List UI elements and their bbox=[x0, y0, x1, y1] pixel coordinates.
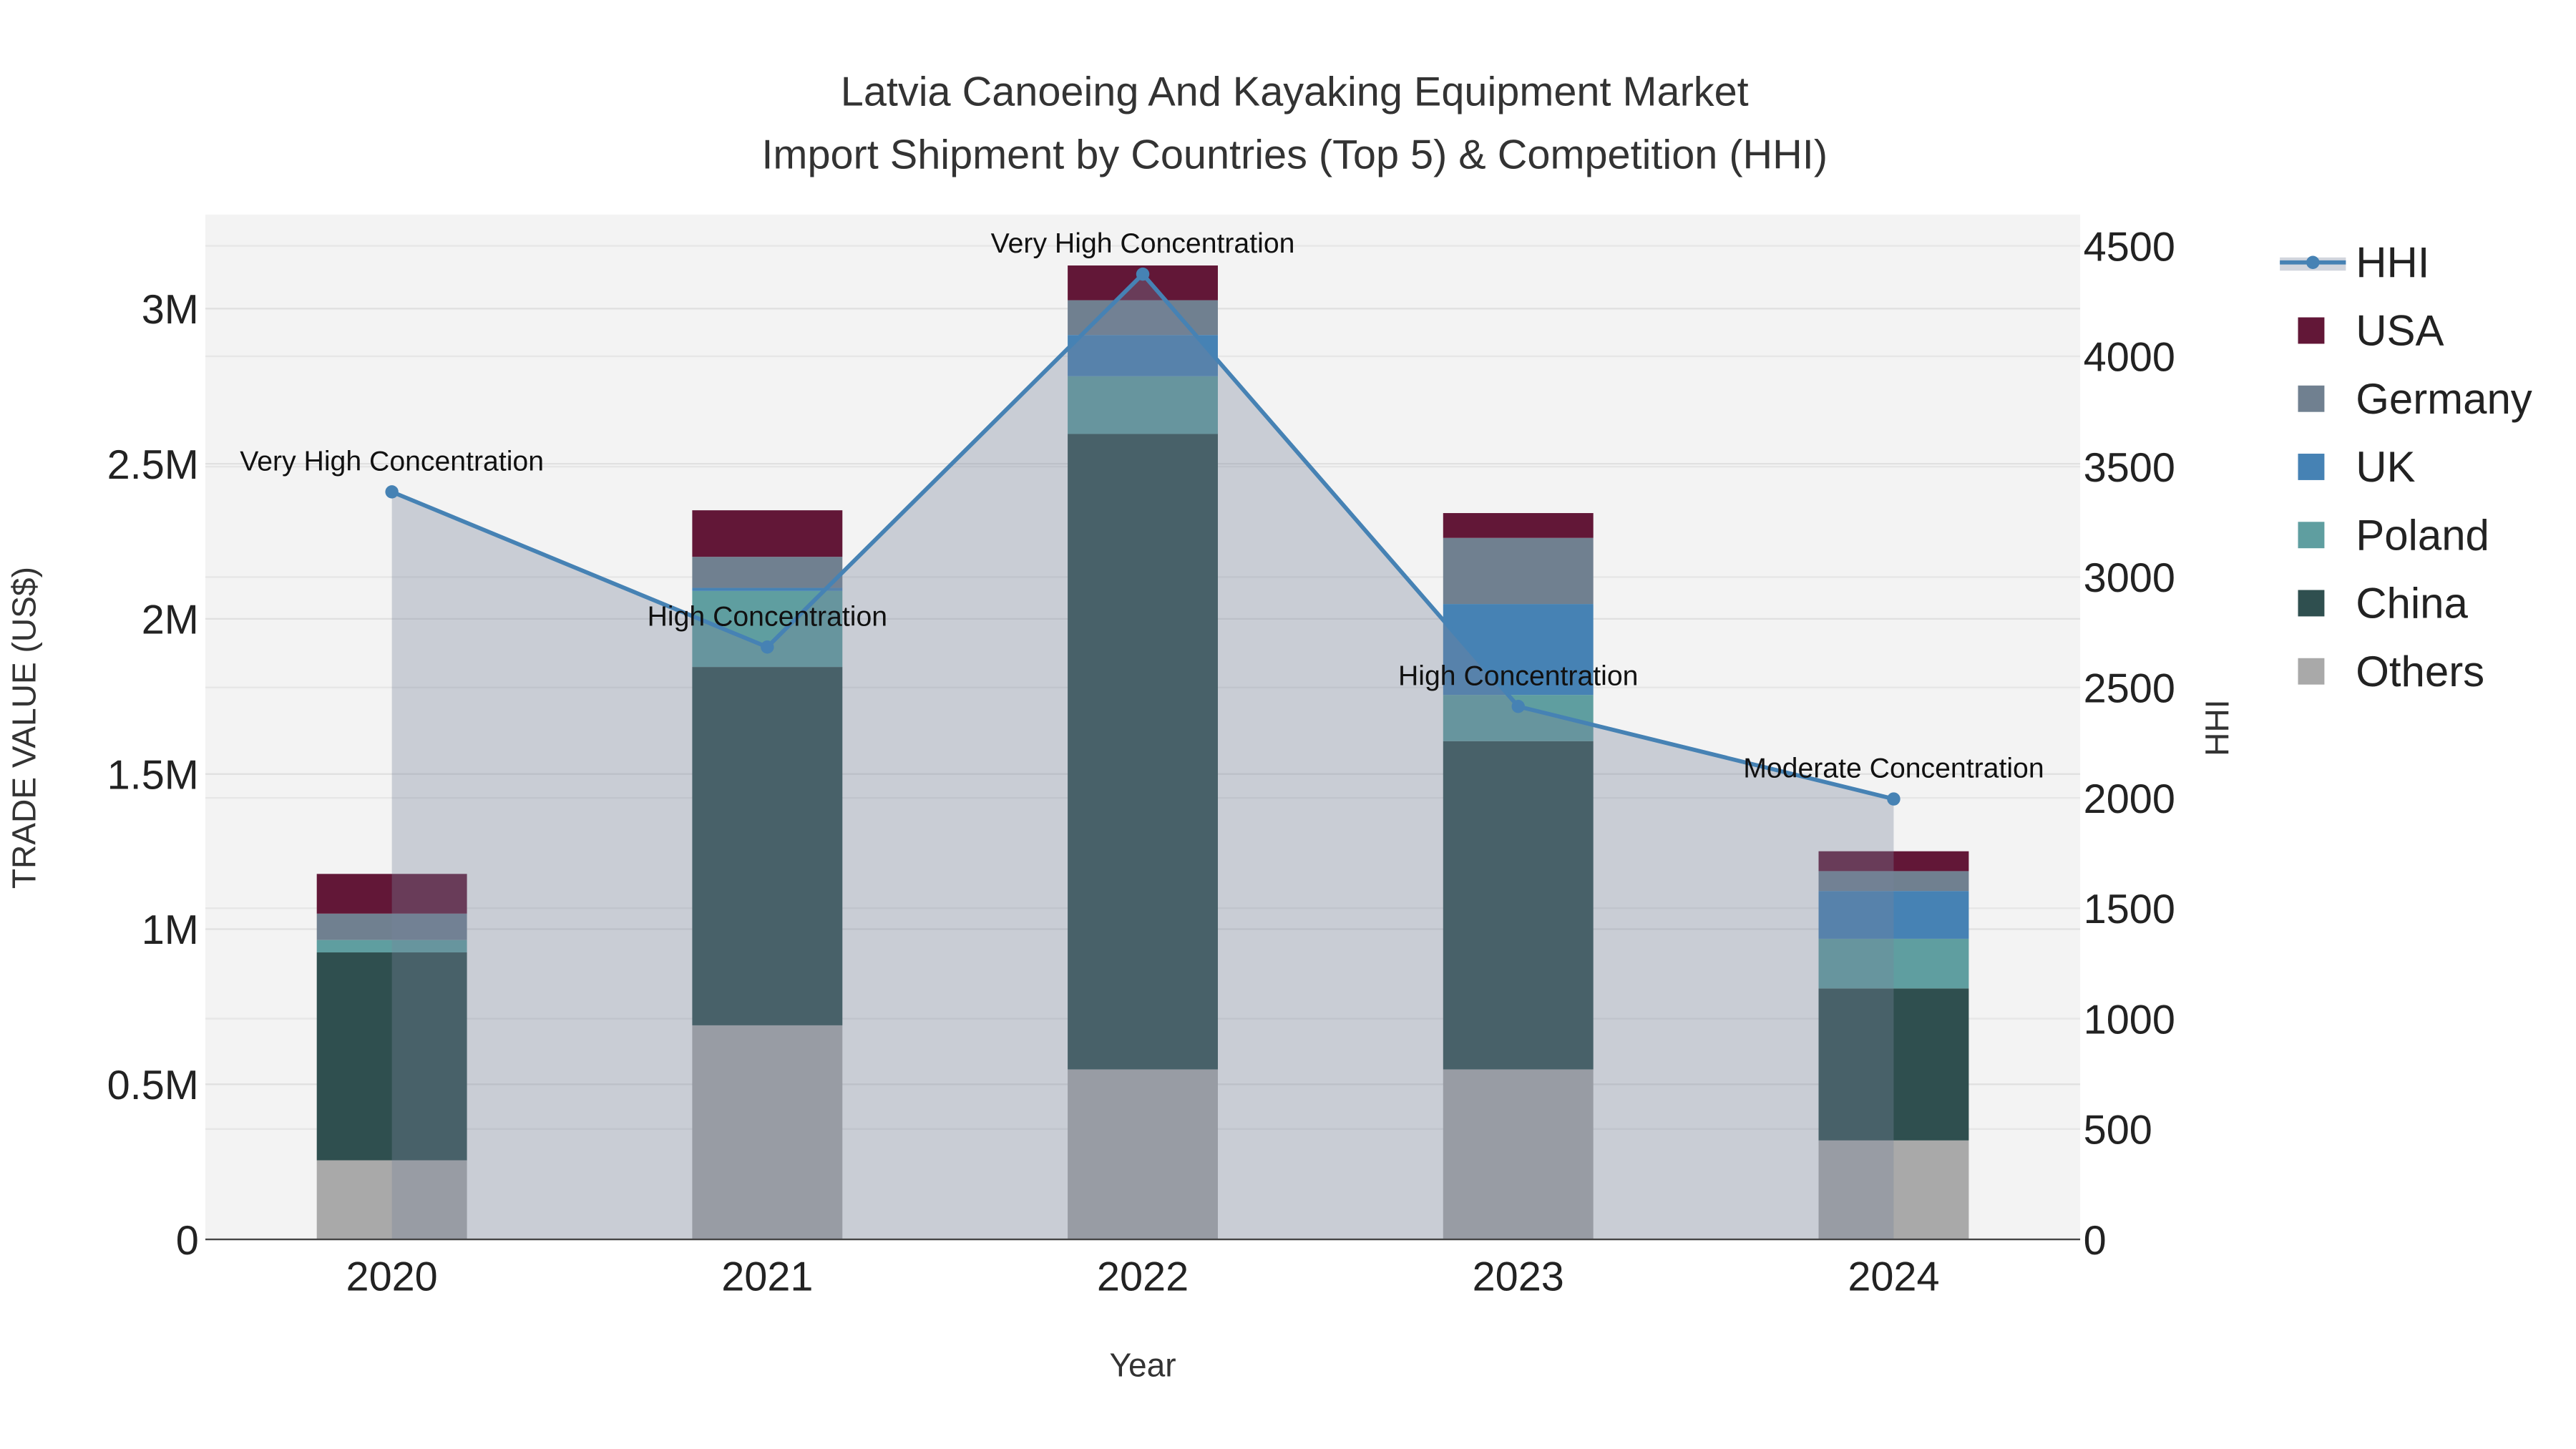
y-tick-label: 2M bbox=[142, 597, 199, 643]
y-tick-label: 0 bbox=[176, 1218, 199, 1264]
legend-label-uk: UK bbox=[2356, 443, 2415, 491]
x-tick-label: 2021 bbox=[721, 1254, 813, 1300]
legend-label-poland: Poland bbox=[2356, 511, 2489, 559]
y2-tick-label: 1000 bbox=[2084, 997, 2175, 1043]
y2-tick-label: 0 bbox=[2084, 1218, 2107, 1264]
bar-germany-2021 bbox=[692, 557, 843, 588]
hhi-point-2023 bbox=[1511, 700, 1525, 713]
hhi-annotation: High Concentration bbox=[1398, 660, 1638, 691]
y2-tick-label: 4000 bbox=[2084, 335, 2175, 381]
hhi-annotation: Very High Concentration bbox=[240, 446, 544, 477]
legend-swatch-uk bbox=[2298, 454, 2325, 480]
legend-swatch-poland bbox=[2298, 522, 2325, 549]
hhi-point-2020 bbox=[385, 485, 399, 499]
y-axis-title: TRADE VALUE (US$) bbox=[5, 567, 42, 889]
hhi-annotation: Moderate Concentration bbox=[1743, 753, 2044, 784]
y2-axis-title: HHI bbox=[2199, 699, 2236, 756]
y2-tick-label: 3000 bbox=[2084, 555, 2175, 601]
hhi-point-2024 bbox=[1887, 792, 1901, 806]
legend: HHI USA Germany UK Poland China Others bbox=[2280, 238, 2532, 696]
x-tick-label: 2024 bbox=[1848, 1254, 1939, 1300]
x-axis-title: Year bbox=[1109, 1347, 1176, 1384]
chart: Very High Concentration High Concentratio… bbox=[5, 69, 2532, 1384]
x-tick-label: 2022 bbox=[1097, 1254, 1189, 1300]
y2-tick-label: 2500 bbox=[2084, 665, 2175, 711]
legend-swatch-germany bbox=[2298, 385, 2325, 412]
legend-swatch-china bbox=[2298, 590, 2325, 617]
hhi-annotation: High Concentration bbox=[648, 601, 887, 632]
y-tick-label: 3M bbox=[142, 287, 199, 333]
legend-swatch-usa bbox=[2298, 317, 2325, 344]
legend-swatch-others bbox=[2298, 658, 2325, 685]
legend-hhi-marker-icon bbox=[2306, 255, 2320, 269]
hhi-annotation: Very High Concentration bbox=[991, 228, 1295, 259]
y-tick-label: 1M bbox=[142, 907, 199, 953]
y2-tick-label: 500 bbox=[2084, 1108, 2152, 1153]
legend-label-china: China bbox=[2356, 580, 2468, 628]
x-tick-label: 2020 bbox=[346, 1254, 438, 1300]
y-tick-label: 0.5M bbox=[107, 1063, 199, 1108]
bar-usa-2021 bbox=[692, 510, 843, 557]
hhi-point-2021 bbox=[761, 640, 774, 654]
bar-germany-2023 bbox=[1443, 537, 1594, 605]
legend-label-hhi: HHI bbox=[2356, 238, 2429, 286]
x-tick-label: 2023 bbox=[1473, 1254, 1564, 1300]
y2-tick-label: 1500 bbox=[2084, 887, 2175, 932]
y2-tick-label: 4500 bbox=[2084, 224, 2175, 270]
chart-title-line1: Latvia Canoeing And Kayaking Equipment M… bbox=[841, 69, 1749, 115]
y2-tick-label: 2000 bbox=[2084, 776, 2175, 822]
y-tick-label: 2.5M bbox=[107, 442, 199, 488]
legend-label-others: Others bbox=[2356, 648, 2484, 696]
bar-usa-2023 bbox=[1443, 513, 1594, 538]
chart-title-line2: Import Shipment by Countries (Top 5) & C… bbox=[761, 132, 1828, 177]
y-tick-label: 1.5M bbox=[107, 752, 199, 798]
y2-tick-label: 3500 bbox=[2084, 445, 2175, 491]
legend-label-usa: USA bbox=[2356, 307, 2444, 355]
hhi-point-2022 bbox=[1136, 267, 1150, 281]
bar-uk-2021 bbox=[692, 587, 843, 591]
legend-label-germany: Germany bbox=[2356, 375, 2532, 423]
